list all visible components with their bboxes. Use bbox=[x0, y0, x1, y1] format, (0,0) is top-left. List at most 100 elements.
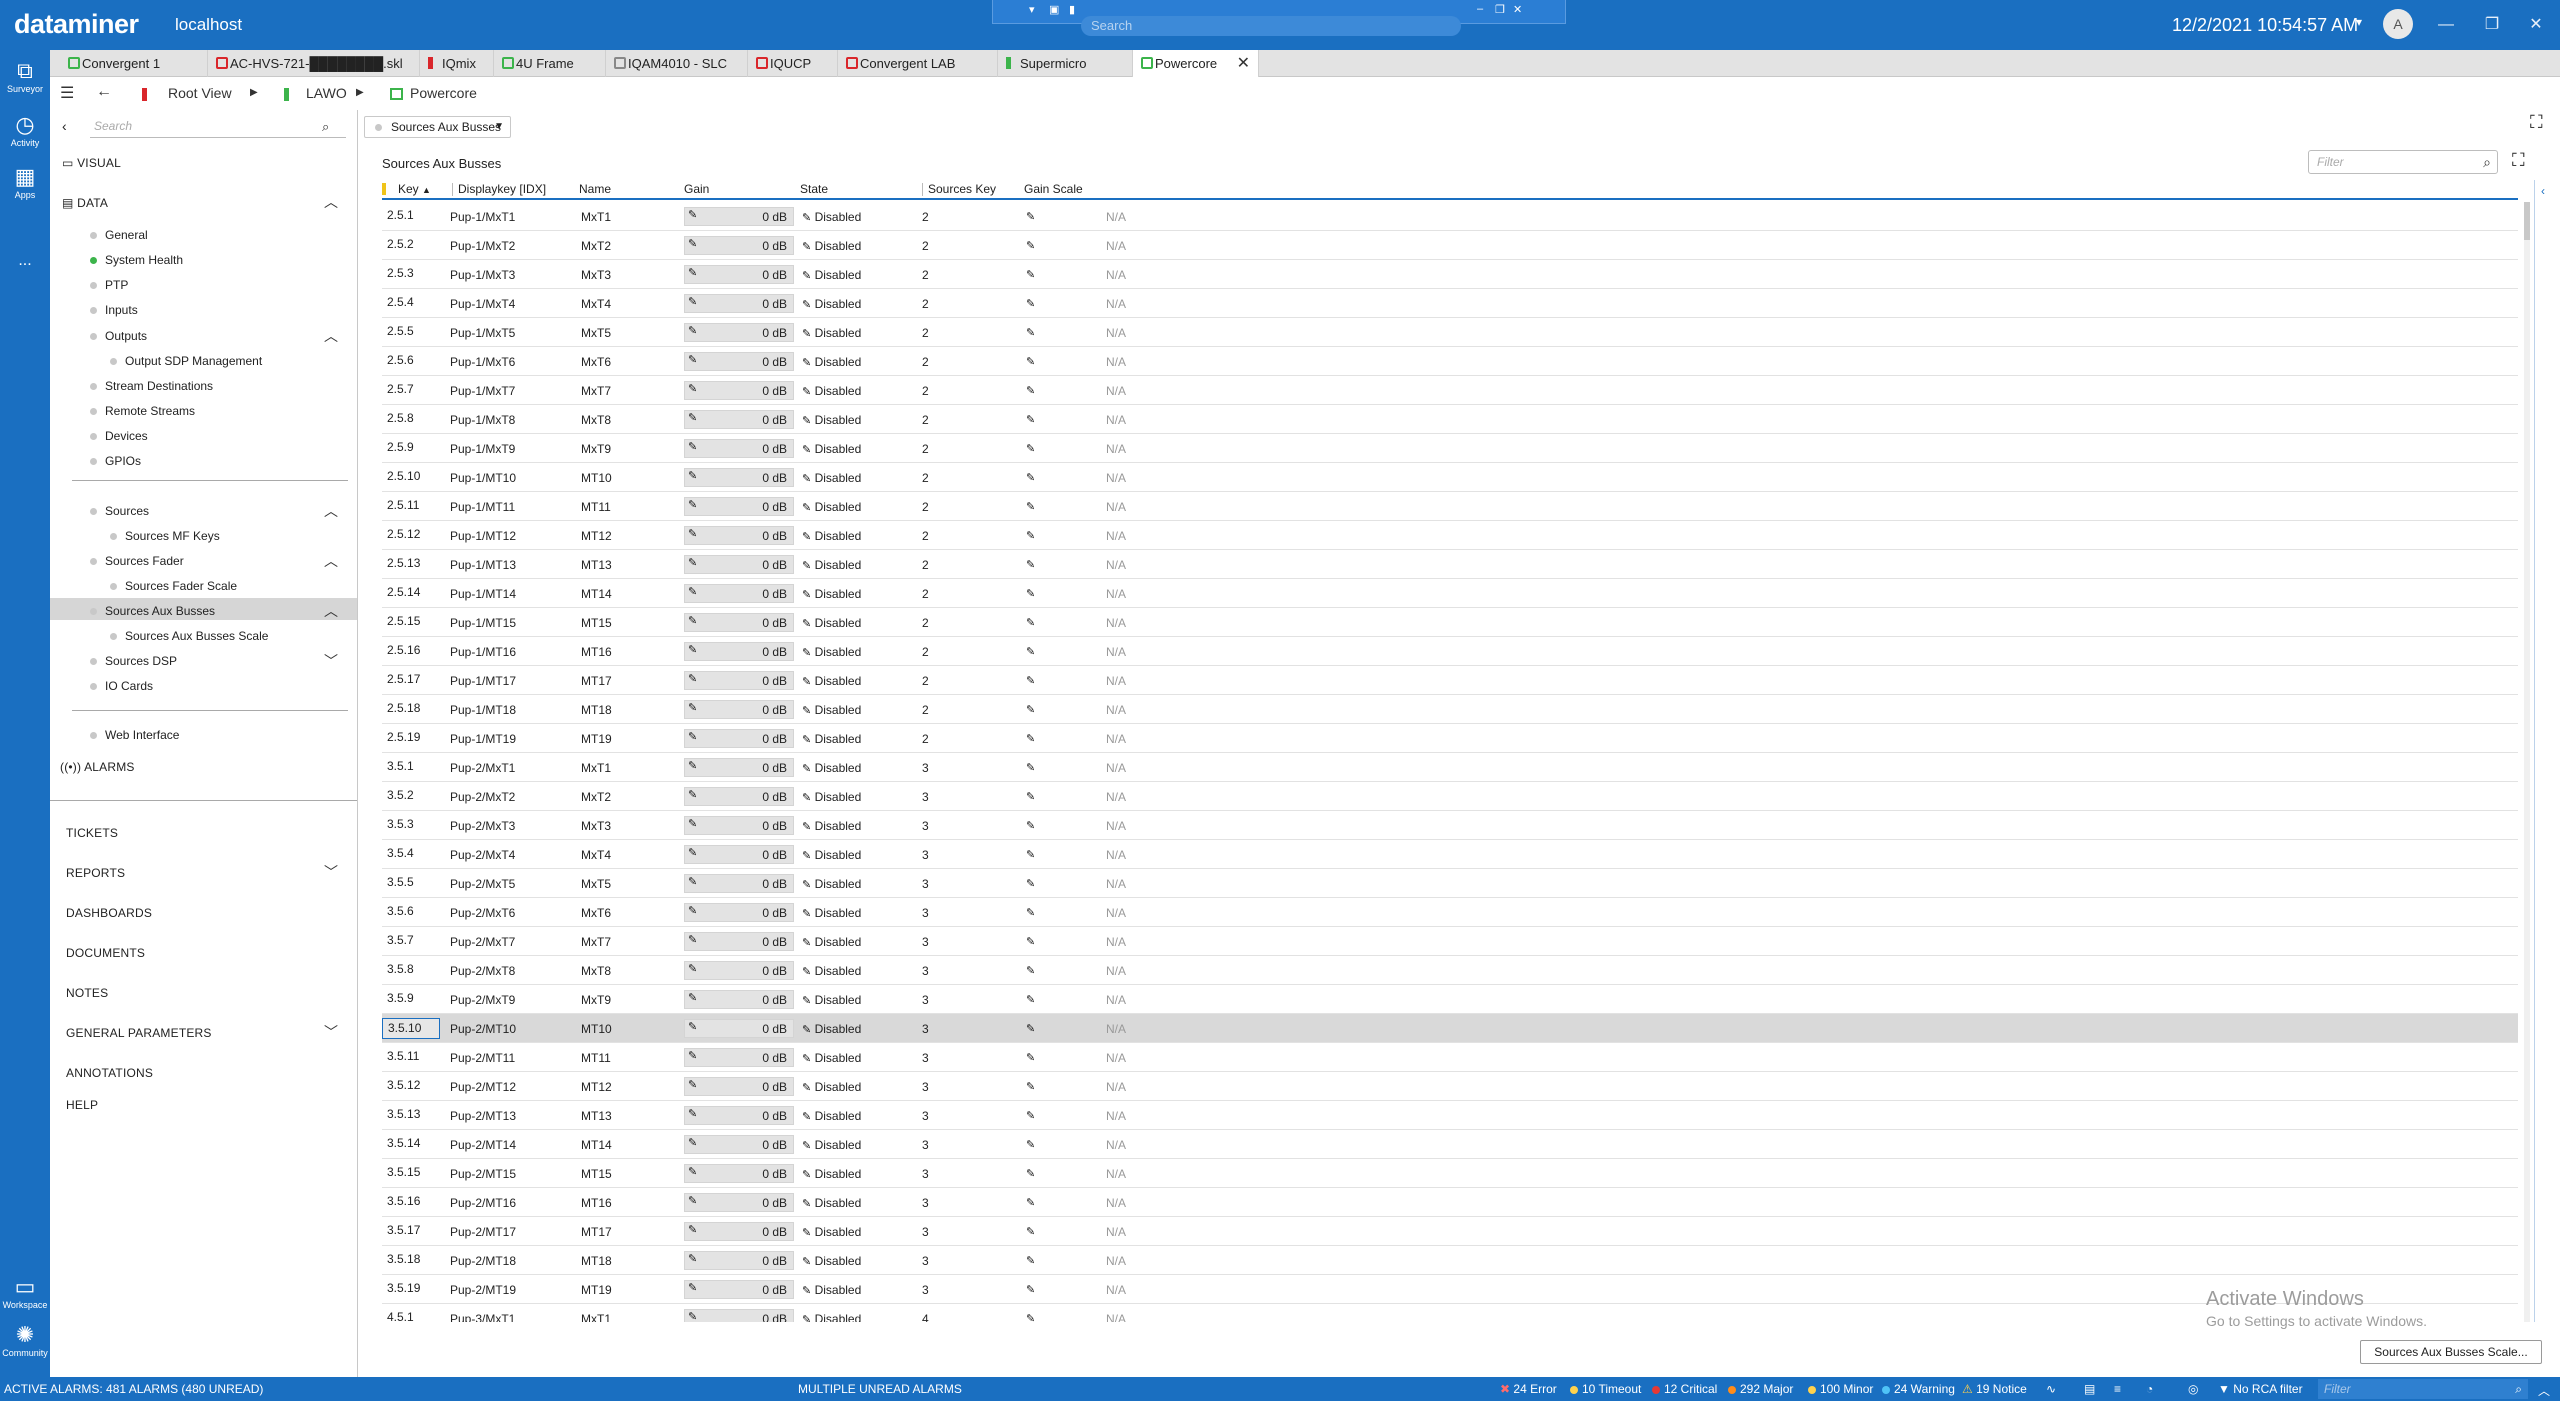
edit-pencil-icon[interactable]: ✎ bbox=[802, 386, 811, 398]
edit-pencil-icon[interactable]: ✎ bbox=[802, 1140, 811, 1152]
state-control[interactable]: ✎ Disabled bbox=[802, 1283, 861, 1297]
edit-pencil-icon[interactable]: ✎ bbox=[802, 473, 811, 485]
list-view-icon[interactable]: ▤ bbox=[2084, 1382, 2095, 1396]
gain-input[interactable]: ✎ 0 dB bbox=[684, 555, 794, 574]
close-tab-icon[interactable]: ✕ bbox=[1237, 50, 1250, 77]
tab-convergent-lab[interactable]: Convergent LAB bbox=[838, 50, 998, 77]
edit-pencil-icon[interactable]: ✎ bbox=[802, 908, 811, 920]
table-row[interactable]: 3.5.12 Pup-2/MT12 MT12 ✎ 0 dB ✎ Disabled 3 ✎ N/A bbox=[382, 1072, 2518, 1101]
table-row[interactable]: 2.5.8 Pup-1/MxT8 MxT8 ✎ 0 dB ✎ Disabled 2 ✎ N/A bbox=[382, 405, 2518, 434]
gain-input[interactable]: ✎ 0 dB bbox=[684, 1135, 794, 1154]
chevron-up-icon[interactable]: ︿ bbox=[324, 192, 338, 212]
cell-key[interactable]: 3.5.13 bbox=[382, 1105, 440, 1126]
edit-pencil-icon[interactable]: ✎ bbox=[802, 328, 811, 340]
rail-workspace[interactable]: ▭ Workspace bbox=[0, 1274, 50, 1310]
error-count[interactable]: ✖ 24 Error bbox=[1500, 1382, 1557, 1396]
sidebar-item-inputs[interactable]: Inputs bbox=[90, 303, 138, 317]
remote-minimize-icon[interactable]: – bbox=[1477, 3, 1483, 15]
cell-key[interactable]: 2.5.16 bbox=[382, 641, 440, 662]
edit-pencil-icon[interactable]: ✎ bbox=[802, 1314, 811, 1322]
gain-input[interactable]: ✎ 0 dB bbox=[684, 1048, 794, 1067]
edit-pencil-icon[interactable]: ✎ bbox=[802, 763, 811, 775]
sidebar-item-remote-streams[interactable]: Remote Streams bbox=[90, 404, 195, 418]
edit-pencil-icon[interactable]: ✎ bbox=[1026, 1051, 1035, 1064]
edit-pencil-icon[interactable]: ✎ bbox=[802, 1111, 811, 1123]
chevron-up-icon[interactable]: ︿ bbox=[324, 501, 338, 521]
table-row[interactable]: 2.5.5 Pup-1/MxT5 MxT5 ✎ 0 dB ✎ Disabled 2 ✎ N/A bbox=[382, 318, 2518, 347]
gain-input[interactable]: ✎ 0 dB bbox=[684, 729, 794, 748]
sidebar-item-sources-aux-busses[interactable]: Sources Aux Busses bbox=[90, 604, 215, 618]
cell-key[interactable]: 4.5.1 bbox=[382, 1308, 440, 1322]
state-control[interactable]: ✎ Disabled bbox=[802, 964, 861, 978]
edit-pencil-icon[interactable]: ✎ bbox=[802, 850, 811, 862]
edit-pencil-icon[interactable]: ✎ bbox=[1026, 1167, 1035, 1180]
clock-dropdown-icon[interactable]: ▾ bbox=[2356, 15, 2362, 29]
edit-pencil-icon[interactable]: ✎ bbox=[1026, 790, 1035, 803]
chevron-up-icon[interactable]: ︿ bbox=[324, 326, 338, 346]
tab-powercore[interactable]: Powercore ✕ bbox=[1133, 50, 1259, 77]
pie-icon[interactable]: ◔ bbox=[2146, 1382, 2153, 1396]
cell-key[interactable]: 2.5.15 bbox=[382, 612, 440, 633]
state-control[interactable]: ✎ Disabled bbox=[802, 645, 861, 659]
state-control[interactable]: ✎ Disabled bbox=[802, 442, 861, 456]
table-row[interactable]: 2.5.17 Pup-1/MT17 MT17 ✎ 0 dB ✎ Disabled 2 ✎ N/A bbox=[382, 666, 2518, 695]
sidebar-item-web-interface[interactable]: Web Interface bbox=[90, 728, 179, 742]
edit-pencil-icon[interactable]: ✎ bbox=[688, 208, 697, 221]
state-control[interactable]: ✎ Disabled bbox=[802, 239, 861, 253]
table-row[interactable]: 3.5.13 Pup-2/MT13 MT13 ✎ 0 dB ✎ Disabled 3 ✎ N/A bbox=[382, 1101, 2518, 1130]
chevron-left-icon[interactable]: ‹ bbox=[2541, 184, 2545, 198]
sidebar-item-gpios[interactable]: GPIOs bbox=[90, 454, 141, 468]
cell-key[interactable]: 2.5.8 bbox=[382, 409, 440, 430]
target-icon[interactable]: ◎ bbox=[2188, 1382, 2198, 1396]
chevron-right-icon[interactable]: ▶ bbox=[356, 87, 364, 98]
edit-pencil-icon[interactable]: ✎ bbox=[1026, 471, 1035, 484]
edit-pencil-icon[interactable]: ✎ bbox=[688, 382, 697, 395]
warning-count[interactable]: 24 Warning bbox=[1882, 1382, 1955, 1396]
edit-pencil-icon[interactable]: ✎ bbox=[1026, 239, 1035, 252]
edit-pencil-icon[interactable]: ✎ bbox=[1026, 645, 1035, 658]
edit-pencil-icon[interactable]: ✎ bbox=[1026, 674, 1035, 687]
edit-pencil-icon[interactable]: ✎ bbox=[802, 444, 811, 456]
table-row[interactable]: 2.5.12 Pup-1/MT12 MT12 ✎ 0 dB ✎ Disabled 2 ✎ N/A bbox=[382, 521, 2518, 550]
sidebar-item-sources-fader-scale[interactable]: Sources Fader Scale bbox=[110, 579, 237, 593]
edit-pencil-icon[interactable]: ✎ bbox=[1026, 384, 1035, 397]
edit-pencil-icon[interactable]: ✎ bbox=[802, 1285, 811, 1297]
cell-key[interactable]: 3.5.17 bbox=[382, 1221, 440, 1242]
edit-pencil-icon[interactable]: ✎ bbox=[1026, 413, 1035, 426]
cell-key[interactable]: 3.5.6 bbox=[382, 902, 440, 923]
chevron-up-icon[interactable]: ︿ bbox=[324, 601, 338, 621]
table-row[interactable]: 3.5.8 Pup-2/MxT8 MxT8 ✎ 0 dB ✎ Disabled 3 ✎ N/A bbox=[382, 956, 2518, 985]
edit-pencil-icon[interactable]: ✎ bbox=[1026, 1254, 1035, 1267]
edit-pencil-icon[interactable]: ✎ bbox=[802, 705, 811, 717]
edit-pencil-icon[interactable]: ✎ bbox=[1026, 1138, 1035, 1151]
notice-count[interactable]: ⚠ 19 Notice bbox=[1962, 1382, 2027, 1396]
module-dashboards[interactable]: DASHBOARDS bbox=[66, 906, 152, 920]
gain-input[interactable]: ✎ 0 dB bbox=[684, 410, 794, 429]
state-control[interactable]: ✎ Disabled bbox=[802, 1312, 861, 1322]
module-tickets[interactable]: TICKETS bbox=[66, 826, 118, 840]
table-row[interactable]: 3.5.10 Pup-2/MT10 MT10 ✎ 0 dB ✎ Disabled 3 ✎ N/A bbox=[382, 1014, 2518, 1043]
gain-input[interactable]: ✎ 0 dB bbox=[684, 1193, 794, 1212]
state-control[interactable]: ✎ Disabled bbox=[802, 384, 861, 398]
cell-key[interactable]: 2.5.6 bbox=[382, 351, 440, 372]
edit-pencil-icon[interactable]: ✎ bbox=[1026, 877, 1035, 890]
table-row[interactable]: 3.5.11 Pup-2/MT11 MT11 ✎ 0 dB ✎ Disabled 3 ✎ N/A bbox=[382, 1043, 2518, 1072]
table-row[interactable]: 3.5.15 Pup-2/MT15 MT15 ✎ 0 dB ✎ Disabled 3 ✎ N/A bbox=[382, 1159, 2518, 1188]
table-row[interactable]: 3.5.1 Pup-2/MxT1 MxT1 ✎ 0 dB ✎ Disabled 3 ✎ N/A bbox=[382, 753, 2518, 782]
edit-pencil-icon[interactable]: ✎ bbox=[688, 730, 697, 743]
sidebar-item-io-cards[interactable]: IO Cards bbox=[90, 679, 153, 693]
column-header-state[interactable]: State bbox=[800, 182, 828, 196]
gain-input[interactable]: ✎ 0 dB bbox=[684, 584, 794, 603]
gain-input[interactable]: ✎ 0 dB bbox=[684, 1309, 794, 1322]
table-row[interactable]: 3.5.19 Pup-2/MT19 MT19 ✎ 0 dB ✎ Disabled 3 ✎ N/A bbox=[382, 1275, 2518, 1304]
cell-key[interactable]: 3.5.3 bbox=[382, 815, 440, 836]
state-control[interactable]: ✎ Disabled bbox=[802, 1225, 861, 1239]
edit-pencil-icon[interactable]: ✎ bbox=[802, 357, 811, 369]
remote-chevron-icon[interactable]: ▾ bbox=[1029, 3, 1035, 16]
cell-key[interactable]: 3.5.1 bbox=[382, 757, 440, 778]
remote-monitor-icon[interactable]: ▣ bbox=[1049, 3, 1059, 16]
edit-pencil-icon[interactable]: ✎ bbox=[802, 995, 811, 1007]
edit-pencil-icon[interactable]: ✎ bbox=[1026, 761, 1035, 774]
edit-pencil-icon[interactable]: ✎ bbox=[802, 821, 811, 833]
edit-pencil-icon[interactable]: ✎ bbox=[802, 1053, 811, 1065]
